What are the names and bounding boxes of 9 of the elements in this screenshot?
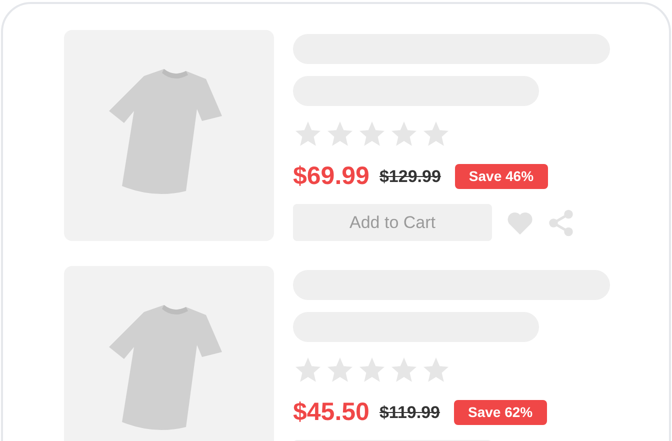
share-icon[interactable] (546, 208, 576, 238)
price: $69.99 (293, 160, 370, 192)
discount-badge: Save 62% (454, 400, 547, 425)
old-price: $119.99 (379, 402, 440, 424)
old-price: $129.99 (379, 166, 441, 188)
heart-icon[interactable] (506, 210, 534, 236)
discount-badge: Save 46% (454, 164, 548, 189)
price: $45.50 (293, 396, 370, 428)
add-to-cart-button[interactable]: Add to Cart (293, 204, 492, 241)
